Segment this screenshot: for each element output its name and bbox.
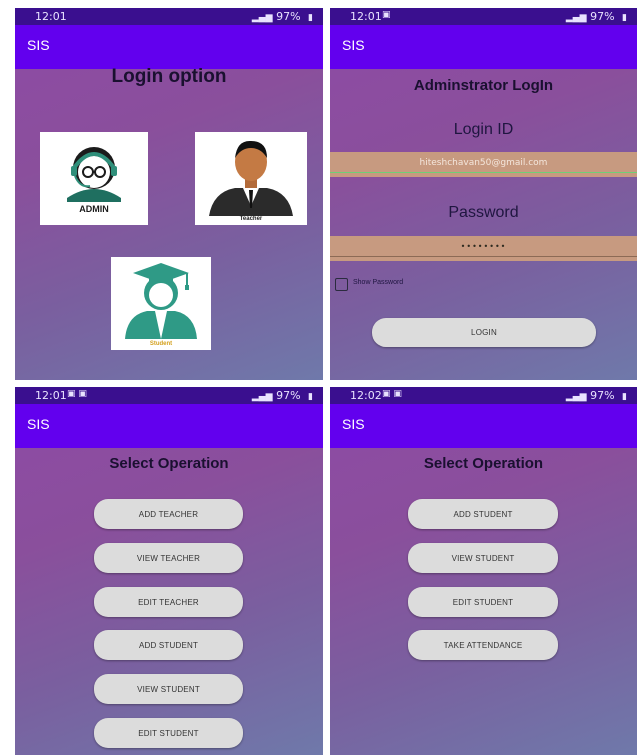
app-title: SIS [27, 416, 50, 432]
app-bar: SIS [330, 25, 637, 69]
student-card[interactable]: Student [111, 257, 211, 350]
app-title: SIS [27, 37, 50, 53]
login-id-label: Login ID [453, 121, 514, 138]
battery-icon: ▮ [622, 13, 627, 23]
show-password-checkbox[interactable] [335, 278, 348, 291]
status-bar: 12:02 ▣ ▣ ▂▄▆ 97% ▮ [330, 387, 637, 404]
app-bar: SIS [15, 25, 323, 69]
view-teacher-button[interactable]: VIEW TEACHER [94, 543, 243, 573]
battery-icon: ▮ [622, 392, 627, 402]
edit-student-button[interactable]: EDIT STUDENT [94, 718, 243, 748]
app-title: SIS [342, 37, 365, 53]
student-caption: Student [149, 341, 173, 347]
app-bar: SIS [15, 404, 323, 448]
screen-select-operation-teacher: 12:02 ▣ ▣ ▂▄▆ 97% ▮ SIS Select Operation… [330, 387, 637, 755]
app-title: SIS [342, 416, 365, 432]
battery-level: 97% [276, 389, 301, 402]
gallery-notification-icon: ▣ [382, 10, 391, 20]
add-student-button[interactable]: ADD STUDENT [94, 630, 243, 660]
student-graduate-icon [125, 263, 197, 339]
login-id-value: hiteshchavan50@gmail.com [419, 158, 548, 168]
page-title: Adminstrator LogIn [413, 77, 554, 94]
status-time: 12:02 [350, 389, 382, 402]
battery-level: 97% [590, 10, 615, 23]
teacher-avatar-icon [209, 140, 293, 216]
battery-level: 97% [590, 389, 615, 402]
battery-level: 97% [276, 10, 301, 23]
status-time: 12:01 [35, 10, 67, 23]
status-time: 12:01 [35, 389, 67, 402]
status-bar: 12:01 ▂▄▆ 97% ▮ [15, 8, 323, 25]
battery-icon: ▮ [308, 392, 313, 402]
login-button[interactable]: LOGIN [372, 318, 596, 347]
status-bar: 12:01 ▣ ▂▄▆ 97% ▮ [330, 8, 637, 25]
admin-card[interactable]: ADMIN [40, 132, 148, 225]
teacher-caption: Teacher [239, 216, 263, 222]
status-icons: ▂▄▆ 97% ▮ [562, 10, 627, 23]
show-password-label: Show Password [353, 279, 404, 286]
battery-icon: ▮ [308, 13, 313, 23]
teacher-card[interactable]: Teacher [195, 132, 307, 225]
app-bar: SIS [330, 404, 637, 448]
status-icons: ▂▄▆ 97% ▮ [562, 389, 627, 402]
edit-student-button[interactable]: EDIT STUDENT [408, 587, 558, 617]
view-student-button[interactable]: VIEW STUDENT [94, 674, 243, 704]
signal-icon: ▂▄▆ [565, 13, 587, 23]
take-attendance-button[interactable]: TAKE ATTENDANCE [408, 630, 558, 660]
signal-icon: ▂▄▆ [565, 392, 587, 402]
screen-select-operation-admin: 12:01 ▣ ▣ ▂▄▆ 97% ▮ SIS Select Operation… [15, 387, 323, 755]
edit-teacher-button[interactable]: EDIT TEACHER [94, 587, 243, 617]
status-bar: 12:01 ▣ ▣ ▂▄▆ 97% ▮ [15, 387, 323, 404]
page-title: Login option [111, 66, 227, 87]
password-label: Password [448, 204, 519, 221]
gallery-notification-icon: ▣ ▣ [382, 389, 402, 399]
gallery-notification-icon: ▣ ▣ [67, 389, 87, 399]
login-id-field[interactable]: hiteshchavan50@gmail.com [330, 152, 637, 177]
admin-caption: ADMIN [79, 204, 109, 214]
status-icons: ▂▄▆ 97% ▮ [248, 389, 313, 402]
password-value: •••••••• [460, 242, 507, 251]
status-icons: ▂▄▆ 97% ▮ [248, 10, 313, 23]
page-title: Select Operation [109, 455, 229, 472]
screen-admin-login: 12:01 ▣ ▂▄▆ 97% ▮ SIS Adminstrator LogIn… [330, 8, 637, 380]
password-field[interactable]: •••••••• [330, 236, 637, 261]
signal-icon: ▂▄▆ [251, 13, 273, 23]
field-underline [330, 256, 637, 257]
signal-icon: ▂▄▆ [251, 392, 273, 402]
page-title: Select Operation [423, 455, 544, 472]
field-underline [330, 172, 637, 173]
add-student-button[interactable]: ADD STUDENT [408, 499, 558, 529]
status-time: 12:01 [350, 10, 382, 23]
screen-login-option: 12:01 ▂▄▆ 97% ▮ SIS Login option ADMIN T… [15, 8, 323, 380]
view-student-button[interactable]: VIEW STUDENT [408, 543, 558, 573]
add-teacher-button[interactable]: ADD TEACHER [94, 499, 243, 529]
